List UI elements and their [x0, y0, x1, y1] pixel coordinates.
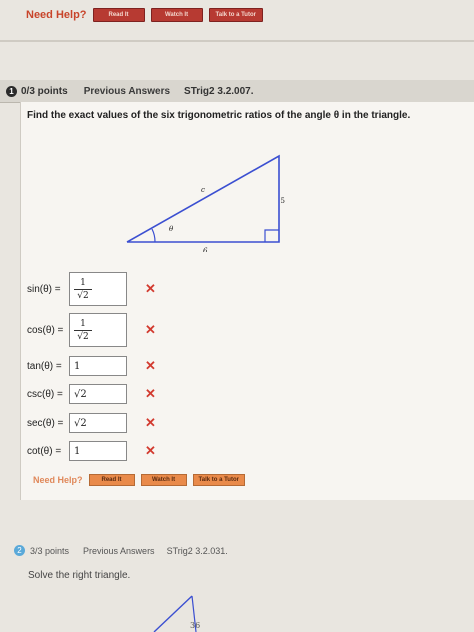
angle-label: θ	[169, 225, 174, 233]
question-help-bar: Need Help? Read It Watch It Talk to a Tu…	[33, 474, 245, 486]
sec-row: sec(θ) = √2 ✕	[27, 413, 156, 433]
tan-row: tan(θ) = 1 ✕	[27, 356, 156, 376]
question2-points-label: 3/3 points	[30, 545, 70, 556]
sin-answer-field[interactable]: 1 √2	[69, 272, 127, 306]
cos-denominator: √2	[77, 331, 89, 342]
cot-wrong-icon: ✕	[145, 443, 156, 458]
read-it-button[interactable]: Read It	[92, 8, 145, 22]
sec-answer-field[interactable]: √2	[69, 413, 127, 433]
question-id: STrig2 3.2.007.	[184, 85, 254, 97]
sin-wrong-icon: ✕	[145, 281, 156, 296]
points-label: 0/3 points	[21, 85, 68, 97]
triangle-diagram: θ c 5 6	[126, 154, 285, 252]
question2-number-badge: 2	[14, 545, 25, 556]
csc-label: csc(θ) =	[27, 388, 63, 400]
sin-label: sin(θ) =	[27, 283, 61, 295]
sec-label: sec(θ) =	[27, 417, 64, 429]
sin-denominator: √2	[77, 290, 89, 301]
csc-wrong-icon: ✕	[145, 386, 156, 401]
top-help-bar: Need Help? Read It Watch It Talk to a Tu…	[26, 8, 263, 22]
cos-row: cos(θ) = 1 √2 ✕	[27, 313, 156, 347]
csc-answer-field[interactable]: √2	[69, 384, 127, 404]
tan-wrong-icon: ✕	[145, 358, 156, 373]
previous-answers-link[interactable]: Previous Answers	[84, 86, 170, 97]
need-help-label: Need Help?	[26, 9, 87, 21]
question2-header: 2 3/3 points Previous Answers STrig2 3.2…	[14, 545, 228, 556]
question-number-badge: 1	[6, 85, 17, 97]
talk-to-tutor-button[interactable]: Talk to a Tutor	[208, 8, 263, 22]
question2-side-label: 36	[190, 621, 200, 630]
sin-row: sin(θ) = 1 √2 ✕	[27, 272, 156, 306]
question2-previous-answers-link[interactable]: Previous Answers	[83, 546, 155, 556]
question2-prompt: Solve the right triangle.	[28, 570, 131, 581]
question-talk-to-tutor-button[interactable]: Talk to a Tutor	[192, 474, 245, 486]
question-read-it-button[interactable]: Read It	[88, 474, 135, 486]
tan-label: tan(θ) =	[27, 360, 62, 372]
question-prompt: Find the exact values of the six trigono…	[27, 110, 411, 121]
base-label: 6	[203, 247, 208, 252]
cos-wrong-icon: ✕	[145, 322, 156, 337]
question2-id: STrig2 3.2.031.	[166, 545, 228, 556]
cot-label: cot(θ) =	[27, 445, 62, 457]
tan-answer-field[interactable]: 1	[69, 356, 127, 376]
question2-triangle-diagram: 36	[153, 595, 200, 632]
question-need-help-label: Need Help?	[33, 475, 83, 485]
section-divider	[0, 40, 474, 42]
cos-numerator: 1	[80, 318, 86, 329]
cot-answer-field[interactable]: 1	[69, 441, 127, 461]
hypotenuse-label: c	[201, 186, 205, 194]
question-panel: Find the exact values of the six trigono…	[20, 102, 474, 500]
sec-wrong-icon: ✕	[145, 415, 156, 430]
question-watch-it-button[interactable]: Watch It	[140, 474, 187, 486]
sin-numerator: 1	[80, 277, 86, 288]
vertical-side-label: 5	[281, 197, 285, 205]
csc-row: csc(θ) = √2 ✕	[27, 384, 156, 404]
cos-label: cos(θ) =	[27, 324, 64, 336]
cos-answer-field[interactable]: 1 √2	[69, 313, 127, 347]
cot-row: cot(θ) = 1 ✕	[27, 441, 156, 461]
watch-it-button[interactable]: Watch It	[150, 8, 203, 22]
question-header: 1 0/3 points Previous Answers STrig2 3.2…	[0, 80, 474, 103]
